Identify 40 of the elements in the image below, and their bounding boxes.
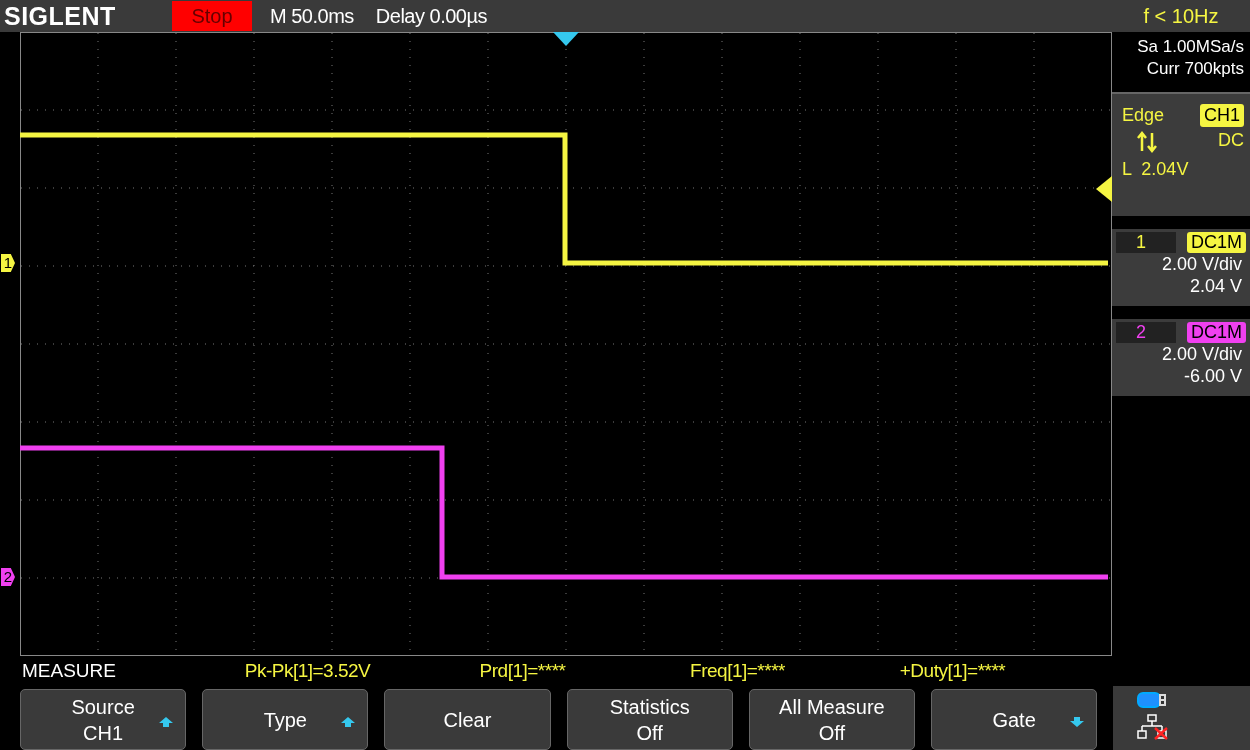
- vertical-scale-readout: 2.00 V/div: [1160, 343, 1243, 365]
- trigger-source-badge: CH1: [1200, 104, 1244, 127]
- softkey-button[interactable]: Statistics Off: [566, 689, 733, 750]
- channel-panel[interactable]: 1 DC1M 2.00 V/div 2.04 V: [1112, 229, 1250, 306]
- channel-marker: 2: [1, 568, 15, 586]
- softkey-button[interactable]: All Measure Off: [748, 689, 915, 750]
- trigger-level-readout: L 2.04V: [1122, 159, 1190, 180]
- softkey-button[interactable]: Clear: [384, 689, 551, 750]
- down-arrow-icon: [1070, 717, 1085, 727]
- coupling-badge: DC1M: [1187, 232, 1246, 253]
- softkey-button[interactable]: Type: [202, 689, 369, 750]
- trigger-type: Edge: [1122, 105, 1165, 126]
- softkey-button[interactable]: Source CH1: [20, 689, 187, 750]
- memory-depth-readout: Curr 700kpts: [1146, 58, 1244, 80]
- up-arrow-icon: [159, 717, 174, 727]
- brand-logo: SIGLENT: [4, 1, 117, 31]
- softkey-button[interactable]: Gate: [931, 689, 1098, 750]
- offset-readout: 2.04 V: [1188, 275, 1243, 297]
- frequency-readout: f < 10Hz: [1142, 4, 1220, 28]
- measurement-readout: Freq[1]=****: [689, 660, 786, 682]
- timebase-readout: M 50.0ms: [270, 4, 354, 28]
- channel-number: 1: [1116, 232, 1176, 253]
- channel-panel[interactable]: 2 DC1M 2.00 V/div -6.00 V: [1112, 319, 1250, 396]
- offset-readout: -6.00 V: [1182, 365, 1243, 387]
- sample-rate-readout: Sa 1.00MSa/s: [1137, 36, 1244, 58]
- coupling-badge: DC1M: [1187, 322, 1246, 343]
- delay-readout: Delay 0.00µs: [375, 4, 487, 28]
- measurement-readout: Pk-Pk[1]=3.52V: [243, 660, 372, 682]
- slope-arrows-icon: [1136, 131, 1158, 153]
- run-state-badge: Stop: [172, 1, 252, 31]
- vertical-scale-readout: 2.00 V/div: [1160, 253, 1243, 275]
- measure-title: MEASURE: [22, 660, 117, 682]
- usb-icon: [1137, 692, 1168, 708]
- measurement-readout: Prd[1]=****: [478, 660, 567, 682]
- up-arrow-icon: [341, 717, 356, 727]
- measurement-readout: +Duty[1]=****: [898, 660, 1007, 682]
- network-disconnected-icon: [1137, 714, 1170, 740]
- channel-marker: 1: [1, 254, 15, 272]
- trigger-coupling: DC: [1218, 129, 1244, 151]
- channel-number: 2: [1116, 322, 1176, 343]
